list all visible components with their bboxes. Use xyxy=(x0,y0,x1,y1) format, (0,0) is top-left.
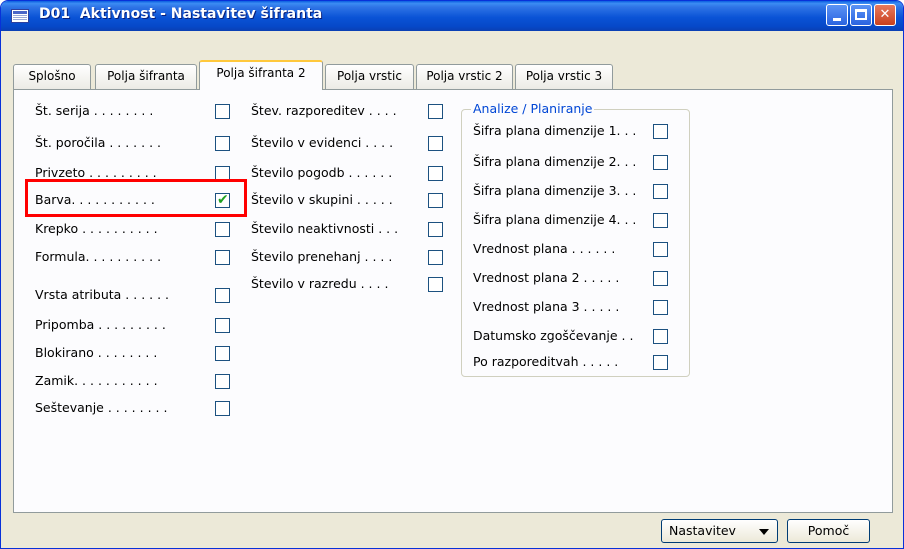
field-vrednost-plana-2: Vrednost plana 2 . . . . . xyxy=(473,269,673,289)
field-stevilo-v-razredu: Število v razredu . . . . xyxy=(251,275,451,295)
close-icon: ✕ xyxy=(879,7,891,22)
group-title: Analize / Planiranje xyxy=(471,101,595,116)
zamik-checkbox[interactable] xyxy=(215,374,230,389)
field-label: Zamik. . . . . . . . . . . xyxy=(35,373,158,388)
blokirano-checkbox[interactable] xyxy=(215,346,230,361)
highlight-box xyxy=(25,179,247,217)
window: D01 Aktivnost - Nastavitev šifranta ✕ Sp… xyxy=(0,0,904,549)
field-label: Št. serija . . . . . . . . xyxy=(35,103,154,118)
field-stevilo-pogodb: Število pogodb . . . . . . xyxy=(251,164,451,184)
maximize-icon xyxy=(855,9,867,20)
field-vrednost-plana: Vrednost plana . . . . . . xyxy=(473,240,673,260)
field-sifra-plana-dim-2: Šifra plana dimenzije 2. . . xyxy=(473,153,673,173)
field-blokirano: Blokirano . . . . . . . . xyxy=(35,344,235,364)
field-label: Blokirano . . . . . . . . xyxy=(35,345,158,360)
field-label: Šifra plana dimenzije 3. . . xyxy=(473,183,637,198)
sifra-plana-dim-1-checkbox[interactable] xyxy=(653,124,668,139)
field-st-porocila: Št. poročila . . . . . . . xyxy=(35,134,235,154)
minimize-button[interactable] xyxy=(826,4,848,26)
field-stevilo-v-skupini: Število v skupini . . . . . xyxy=(251,191,451,211)
field-label: Šifra plana dimenzije 4. . . xyxy=(473,212,637,227)
minimize-icon xyxy=(833,18,841,21)
field-label: Število v skupini . . . . . xyxy=(251,192,393,207)
field-stevilo-prenehanj: Število prenehanj . . . . xyxy=(251,248,451,268)
field-label: Seštevanje . . . . . . . . xyxy=(35,400,168,415)
field-zamik: Zamik. . . . . . . . . . . xyxy=(35,372,235,392)
vrednost-plana-2-checkbox[interactable] xyxy=(653,271,668,286)
nastavitev-label: Nastavitev xyxy=(669,523,736,538)
nastavitev-button[interactable]: Nastavitev xyxy=(661,519,778,543)
pomoc-button[interactable]: Pomoč xyxy=(787,519,870,543)
field-label: Vrednost plana 2 . . . . . xyxy=(473,270,620,285)
window-title: D01 Aktivnost - Nastavitev šifranta xyxy=(39,6,323,22)
tab-polja-vrstic-3[interactable]: Polja vrstic 3 xyxy=(515,64,613,89)
field-st-serija: Št. serija . . . . . . . . xyxy=(35,102,235,122)
sifra-plana-dim-2-checkbox[interactable] xyxy=(653,155,668,170)
close-button[interactable]: ✕ xyxy=(874,4,896,26)
tab-polja-sifranta[interactable]: Polja šifranta xyxy=(95,64,197,89)
field-label: Število pogodb . . . . . . xyxy=(251,165,393,180)
po-razporeditvah-checkbox[interactable] xyxy=(653,355,668,370)
field-label: Pripomba . . . . . . . . . xyxy=(35,317,166,332)
title-bar[interactable]: D01 Aktivnost - Nastavitev šifranta ✕ xyxy=(1,1,903,31)
sestevanje-checkbox[interactable] xyxy=(215,401,230,416)
field-sestevanje: Seštevanje . . . . . . . . xyxy=(35,399,235,419)
tab-polja-vrstic[interactable]: Polja vrstic xyxy=(325,64,414,89)
tab-polja-sifranta-2[interactable]: Polja šifranta 2 xyxy=(199,60,323,90)
field-stevilo-neaktivnosti: Število neaktivnosti . . . xyxy=(251,220,451,240)
stevilo-prenehanj-checkbox[interactable] xyxy=(428,250,443,265)
field-label: Krepko . . . . . . . . . . xyxy=(35,221,158,236)
form-icon xyxy=(11,9,29,23)
sifra-plana-dim-4-checkbox[interactable] xyxy=(653,213,668,228)
st-serija-checkbox[interactable] xyxy=(215,104,230,119)
field-label: Vrednost plana . . . . . . xyxy=(473,241,616,256)
formula-checkbox[interactable] xyxy=(215,250,230,265)
stevilo-v-evidenci-checkbox[interactable] xyxy=(428,136,443,151)
field-label: Datumsko zgoščevanje . . xyxy=(473,328,634,343)
vrednost-plana-checkbox[interactable] xyxy=(653,242,668,257)
field-stev-razporeditev: Štev. razporeditev . . . . xyxy=(251,102,451,122)
field-label: Število neaktivnosti . . . xyxy=(251,221,399,236)
maximize-button[interactable] xyxy=(850,4,872,26)
stevilo-pogodb-checkbox[interactable] xyxy=(428,166,443,181)
field-label: Štev. razporeditev . . . . xyxy=(251,103,397,118)
field-sifra-plana-dim-3: Šifra plana dimenzije 3. . . xyxy=(473,182,673,202)
stevilo-v-razredu-checkbox[interactable] xyxy=(428,277,443,292)
chevron-down-icon xyxy=(759,529,769,535)
field-sifra-plana-dim-1: Šifra plana dimenzije 1. . . xyxy=(473,122,673,142)
field-vrsta-atributa: Vrsta atributa . . . . . . xyxy=(35,286,235,306)
field-label: Število v razredu . . . . xyxy=(251,276,389,291)
field-label: Po razporeditvah . . . . . xyxy=(473,354,619,369)
field-datumsko-zgoscevanje: Datumsko zgoščevanje . . xyxy=(473,327,673,347)
field-label: Šifra plana dimenzije 1. . . xyxy=(473,123,637,138)
stevilo-neaktivnosti-checkbox[interactable] xyxy=(428,222,443,237)
field-label: Privzeto . . . . . . . . . xyxy=(35,165,157,180)
field-krepko: Krepko . . . . . . . . . . xyxy=(35,220,235,240)
field-label: Število v evidenci . . . . xyxy=(251,135,394,150)
field-label: Šifra plana dimenzije 2. . . xyxy=(473,154,637,169)
pripomba-checkbox[interactable] xyxy=(215,318,230,333)
field-sifra-plana-dim-4: Šifra plana dimenzije 4. . . xyxy=(473,211,673,231)
krepko-checkbox[interactable] xyxy=(215,222,230,237)
st-porocila-checkbox[interactable] xyxy=(215,136,230,151)
field-pripomba: Pripomba . . . . . . . . . xyxy=(35,316,235,336)
vrsta-atributa-checkbox[interactable] xyxy=(215,288,230,303)
field-formula: Formula. . . . . . . . . . xyxy=(35,248,235,268)
tab-splosno[interactable]: Splošno xyxy=(13,64,91,89)
field-label: Število prenehanj . . . . xyxy=(251,249,393,264)
field-stevilo-v-evidenci: Število v evidenci . . . . xyxy=(251,134,451,154)
vrednost-plana-3-checkbox[interactable] xyxy=(653,300,668,315)
tab-polja-vrstic-2[interactable]: Polja vrstic 2 xyxy=(416,64,513,89)
field-po-razporeditvah: Po razporeditvah . . . . . xyxy=(473,353,673,373)
field-vrednost-plana-3: Vrednost plana 3 . . . . . xyxy=(473,298,673,318)
field-label: Formula. . . . . . . . . . xyxy=(35,249,162,264)
field-label: Št. poročila . . . . . . . xyxy=(35,135,161,150)
datumsko-zgoscevanje-checkbox[interactable] xyxy=(653,329,668,344)
sifra-plana-dim-3-checkbox[interactable] xyxy=(653,184,668,199)
field-label: Vrsta atributa . . . . . . xyxy=(35,287,170,302)
stevilo-v-skupini-checkbox[interactable] xyxy=(428,193,443,208)
field-label: Vrednost plana 3 . . . . . xyxy=(473,299,620,314)
stev-razporeditev-checkbox[interactable] xyxy=(428,104,443,119)
